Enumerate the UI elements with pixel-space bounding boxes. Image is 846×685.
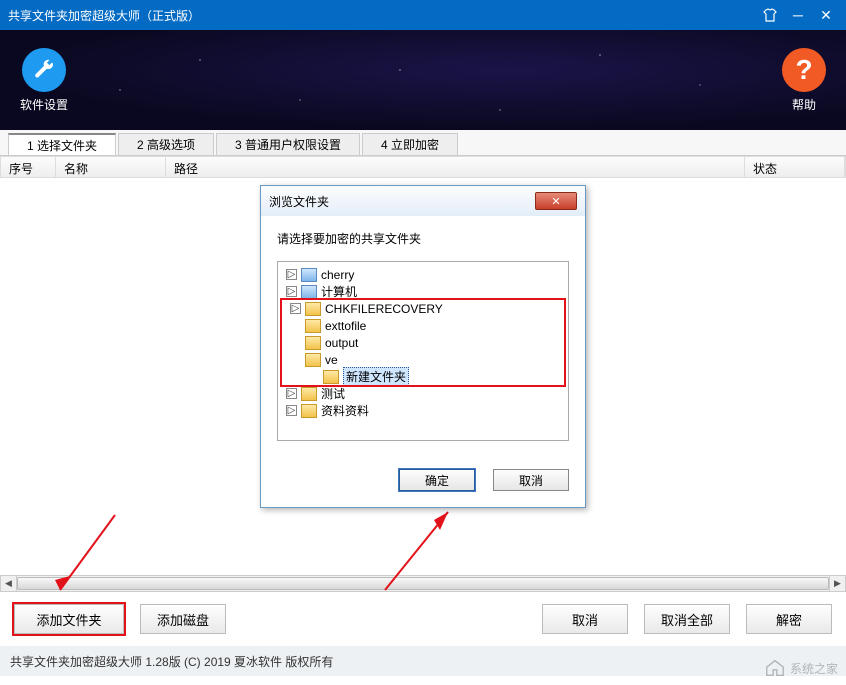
folder-icon [323, 370, 339, 384]
help-label: 帮助 [792, 96, 816, 113]
dialog-cancel-button[interactable]: 取消 [493, 469, 569, 491]
cancel-all-button[interactable]: 取消全部 [644, 604, 730, 634]
tree-item-label: exttofile [325, 319, 366, 333]
tree-spacer [308, 371, 319, 382]
folder-icon [305, 353, 321, 367]
help-icon: ? [782, 48, 826, 92]
scroll-right-icon[interactable]: ▶ [829, 576, 845, 591]
wrench-icon [22, 48, 66, 92]
tree-item[interactable]: ▷ cherry [278, 266, 568, 283]
help-button[interactable]: ? 帮助 [782, 48, 826, 113]
tree-item-label: output [325, 336, 358, 350]
list-header: 序号 名称 路径 状态 [0, 156, 846, 178]
folder-icon [301, 404, 317, 418]
tabs: 1 选择文件夹2 高级选项3 普通用户权限设置4 立即加密 [0, 130, 846, 156]
folder-tree[interactable]: ▷ cherry ▷ 计算机 ▷ CHKFILERECOVERY exttofile outp… [277, 261, 569, 441]
tab-3[interactable]: 4 立即加密 [362, 133, 458, 155]
add-disk-button[interactable]: 添加磁盘 [140, 604, 226, 634]
settings-button[interactable]: 软件设置 [20, 48, 68, 113]
browse-folder-dialog: 浏览文件夹 ✕ 请选择要加密的共享文件夹 ▷ cherry ▷ 计算机 ▷ CHKFILE… [260, 185, 586, 508]
tab-1[interactable]: 2 高级选项 [118, 133, 214, 155]
folder-icon [301, 387, 317, 401]
tree-item[interactable]: ▷ CHKFILERECOVERY [282, 300, 564, 317]
status-bar: 共享文件夹加密超级大师 1.28版 (C) 2019 夏冰软件 版权所有 [0, 646, 846, 676]
tree-item[interactable]: ▷ 计算机 [278, 283, 568, 300]
tree-spacer [290, 320, 301, 331]
dialog-title: 浏览文件夹 [269, 193, 535, 210]
tree-spacer [290, 354, 301, 365]
col-status[interactable]: 状态 [745, 157, 845, 177]
watermark: 系统之家 [764, 657, 838, 679]
folder-icon [301, 285, 317, 299]
tree-item-label: cherry [321, 268, 354, 282]
scroll-left-icon[interactable]: ◀ [1, 576, 17, 591]
decrypt-button[interactable]: 解密 [746, 604, 832, 634]
tree-item[interactable]: 新建文件夹 [282, 368, 564, 385]
expand-icon[interactable]: ▷ [286, 405, 297, 416]
app-title: 共享文件夹加密超级大师（正式版） [8, 7, 754, 24]
dialog-instruction: 请选择要加密的共享文件夹 [277, 230, 569, 247]
bottom-toolbar: 添加文件夹 添加磁盘 取消 取消全部 解密 [0, 592, 846, 646]
col-name[interactable]: 名称 [56, 157, 166, 177]
tree-spacer [290, 337, 301, 348]
banner: 软件设置 ? 帮助 [0, 30, 846, 130]
col-index[interactable]: 序号 [1, 157, 56, 177]
col-path[interactable]: 路径 [166, 157, 745, 177]
tree-item[interactable]: exttofile [282, 317, 564, 334]
tab-2[interactable]: 3 普通用户权限设置 [216, 133, 360, 155]
cancel-one-button[interactable]: 取消 [542, 604, 628, 634]
close-icon[interactable]: ✕ [814, 3, 838, 27]
tree-item-label: 新建文件夹 [343, 367, 409, 386]
tree-item[interactable]: ve [282, 351, 564, 368]
skin-icon[interactable] [758, 3, 782, 27]
folder-icon [305, 302, 321, 316]
expand-icon[interactable]: ▷ [286, 269, 297, 280]
horizontal-scrollbar[interactable]: ◀ ▶ [0, 575, 846, 592]
tree-item-label: 计算机 [321, 283, 357, 300]
tree-item[interactable]: ▷ 资料资料 [278, 402, 568, 419]
minimize-icon[interactable]: ─ [786, 3, 810, 27]
folder-icon [305, 319, 321, 333]
dialog-close-button[interactable]: ✕ [535, 192, 577, 210]
tree-item-label: 资料资料 [321, 402, 369, 419]
dialog-title-bar[interactable]: 浏览文件夹 ✕ [261, 186, 585, 216]
tab-0[interactable]: 1 选择文件夹 [8, 133, 116, 155]
tree-item-label: ve [325, 353, 338, 367]
status-text: 共享文件夹加密超级大师 1.28版 (C) 2019 夏冰软件 版权所有 [10, 653, 333, 670]
settings-label: 软件设置 [20, 96, 68, 113]
tree-item[interactable]: output [282, 334, 564, 351]
folder-icon [305, 336, 321, 350]
scroll-thumb[interactable] [17, 577, 829, 590]
tree-item-label: 测试 [321, 385, 345, 402]
expand-icon[interactable]: ▷ [286, 286, 297, 297]
title-bar: 共享文件夹加密超级大师（正式版） ─ ✕ [0, 0, 846, 30]
expand-icon[interactable]: ▷ [286, 388, 297, 399]
tree-item-label: CHKFILERECOVERY [325, 302, 443, 316]
add-folder-button[interactable]: 添加文件夹 [14, 604, 124, 634]
tree-item[interactable]: ▷ 测试 [278, 385, 568, 402]
expand-icon[interactable]: ▷ [290, 303, 301, 314]
dialog-ok-button[interactable]: 确定 [399, 469, 475, 491]
folder-icon [301, 268, 317, 282]
